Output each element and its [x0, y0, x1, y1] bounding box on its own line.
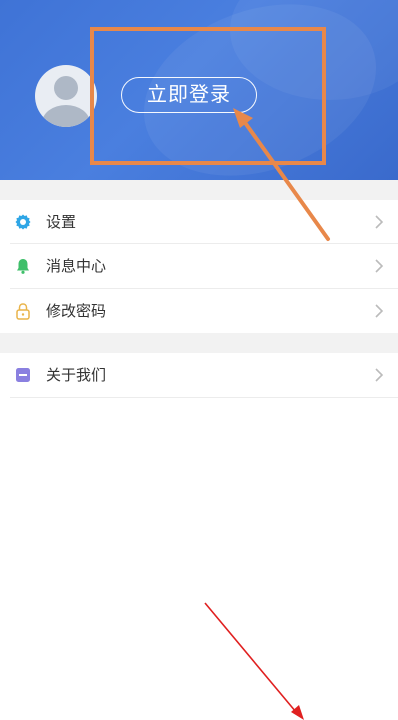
divider — [10, 397, 398, 398]
avatar-head — [54, 76, 78, 100]
login-button[interactable]: 立即登录 — [121, 77, 257, 113]
menu-item-label: 消息中心 — [46, 257, 107, 275]
menu-item-about[interactable]: 关于我们 — [0, 353, 398, 397]
red-arrow — [204, 602, 304, 720]
chevron-right-icon — [375, 259, 384, 273]
gear-icon — [15, 214, 31, 230]
profile-header: 立即登录 — [0, 0, 398, 180]
avatar[interactable] — [35, 65, 97, 127]
menu-item-label: 关于我们 — [46, 366, 107, 384]
chevron-right-icon — [375, 304, 384, 318]
chevron-right-icon — [375, 215, 384, 229]
menu-item-change-password[interactable]: 修改密码 — [0, 289, 398, 333]
bell-icon — [17, 259, 29, 274]
chevron-right-icon — [375, 368, 384, 382]
avatar-body — [42, 105, 90, 127]
section-gap — [0, 333, 398, 353]
info-card-icon — [16, 368, 30, 382]
menu-item-messages[interactable]: 消息中心 — [0, 244, 398, 288]
menu-item-label: 修改密码 — [46, 302, 107, 320]
lock-icon — [16, 303, 30, 320]
menu-item-settings[interactable]: 设置 — [0, 200, 398, 244]
menu-item-label: 设置 — [46, 213, 77, 231]
section-gap — [0, 180, 398, 200]
